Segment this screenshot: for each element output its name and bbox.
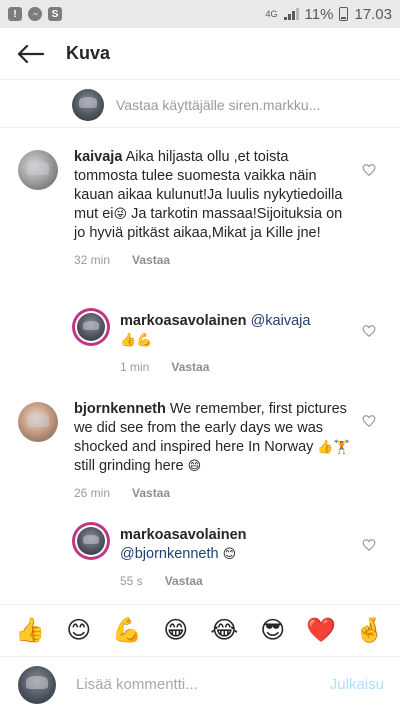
grin-emoji-button[interactable]: 😁 [158, 616, 194, 645]
network-type: 4G [265, 8, 278, 19]
reply-target-text: Vastaa käyttäjälle siren.markku... [116, 96, 321, 113]
comment-username[interactable]: markoasavolainen [120, 527, 247, 543]
comment-username[interactable]: bjornkenneth [74, 401, 166, 417]
comment-username[interactable]: markoasavolainen [120, 313, 247, 329]
like-heart-icon[interactable] [362, 538, 376, 552]
reply-button[interactable]: Vastaa [165, 572, 203, 591]
reply-button[interactable]: Vastaa [132, 484, 170, 503]
like-heart-icon[interactable] [362, 324, 376, 338]
notification-icons: ! S [8, 7, 62, 21]
messenger-icon [28, 7, 42, 21]
winking-face-emoji: 😜 [113, 206, 128, 221]
comment-body: markoasavolainen @kaivaja 👍💪 1 min Vasta… [120, 312, 350, 377]
battery-percent: 11% [304, 5, 334, 23]
mention-link[interactable]: @kaivaja [251, 313, 311, 329]
thumbs-up-weightlifter-emoji: 👍🏋 [317, 439, 350, 454]
smiling-face-emoji: 😊 [222, 546, 237, 561]
comment-time: 1 min [120, 360, 150, 374]
crossed-fingers-emoji-button[interactable]: 🤞 [352, 616, 388, 645]
smile-emoji-button[interactable]: 😊 [61, 616, 97, 645]
comment-text-continued: still grinding here [74, 458, 188, 474]
like-heart-icon[interactable] [362, 163, 376, 177]
comment-time: 55 s [120, 574, 143, 588]
reply-button[interactable]: Vastaa [171, 358, 209, 377]
comment-body: markoasavolainen @bjornkenneth 😊 55 s Va… [120, 526, 350, 591]
flexed-biceps-emoji-button[interactable]: 💪 [109, 616, 145, 645]
s-app-icon: S [48, 7, 62, 21]
avatar[interactable] [18, 402, 58, 442]
app-header: Kuva [0, 28, 400, 80]
reply-target-bar[interactable]: Vastaa käyttäjälle siren.markku... [0, 82, 400, 128]
comment-body: bjornkenneth We remember, first pictures… [74, 400, 350, 503]
back-button[interactable] [0, 28, 60, 80]
emoji-quick-bar: 👍 😊 💪 😁 😂 😎 ❤️ 🤞 [0, 604, 400, 656]
comment-input[interactable] [76, 676, 330, 693]
alert-icon: ! [8, 7, 22, 21]
post-button[interactable]: Julkaisu [330, 676, 384, 693]
avatar[interactable] [18, 150, 58, 190]
laughing-emoji-button[interactable]: 😂 [206, 616, 242, 645]
comment-time: 32 min [74, 253, 111, 267]
avatar [72, 88, 104, 121]
page-title: Kuva [66, 43, 111, 63]
avatar[interactable] [72, 522, 110, 560]
status-bar: ! S 4G 11% 17.03 [0, 0, 400, 28]
grinning-face-emoji: 😄 [187, 458, 202, 473]
avatar[interactable] [72, 308, 110, 346]
comment-body: kaivaja Aika hiljasta ollu ,et toista to… [74, 148, 344, 270]
comment-username[interactable]: kaivaja [74, 149, 122, 165]
arrow-left-icon [17, 44, 44, 63]
heart-emoji-button[interactable]: ❤️ [303, 616, 339, 645]
mention-link[interactable]: @bjornkenneth [120, 546, 219, 562]
thumbs-up-emoji-button[interactable]: 👍 [12, 616, 48, 645]
battery-icon [339, 7, 349, 21]
comment-input-bar: Julkaisu [0, 656, 400, 712]
comment-time: 26 min [74, 486, 111, 500]
clock: 17.03 [354, 5, 392, 23]
thumbs-up-flex-emoji: 👍💪 [120, 332, 153, 347]
sunglasses-emoji-button[interactable]: 😎 [255, 616, 291, 645]
like-heart-icon[interactable] [362, 414, 376, 428]
signal-icon [283, 8, 299, 20]
reply-button[interactable]: Vastaa [132, 251, 170, 270]
avatar [18, 665, 56, 704]
